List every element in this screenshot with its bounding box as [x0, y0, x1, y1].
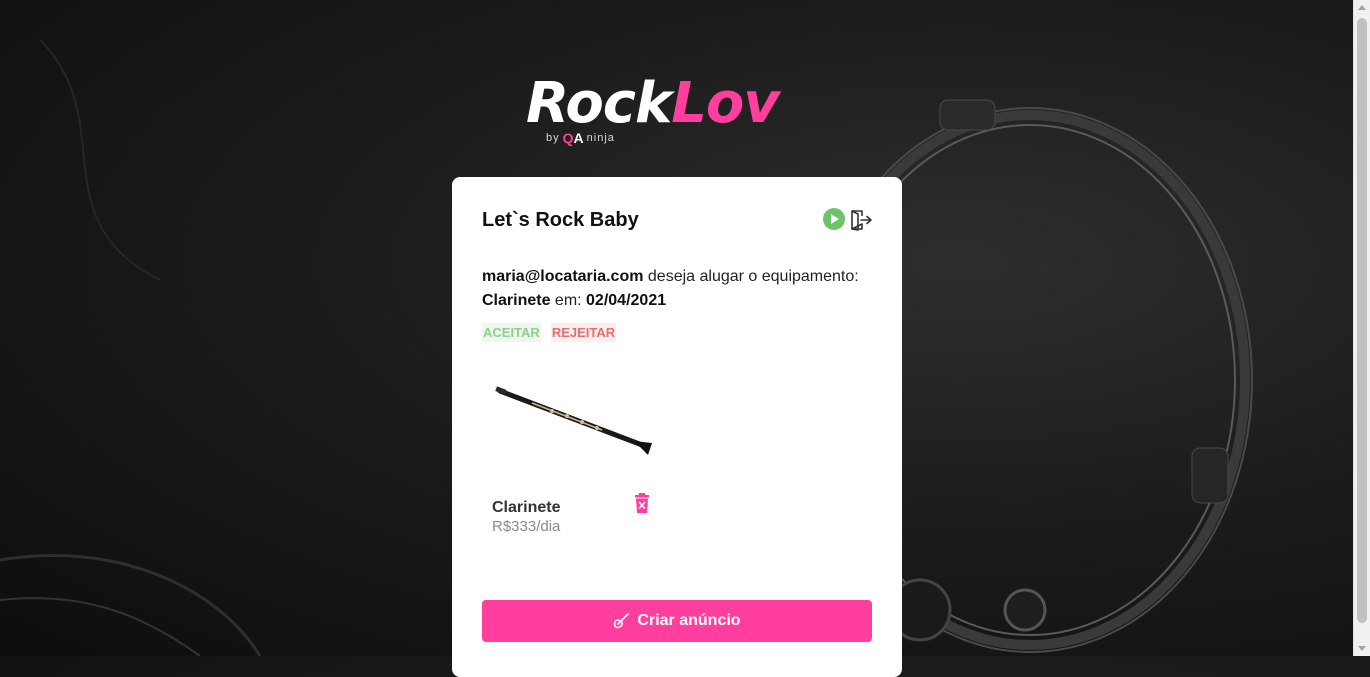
logo-wordmark: RockLov	[526, 76, 836, 132]
requested-equipment: Clarinete	[482, 292, 551, 309]
play-circle-icon[interactable]	[823, 208, 845, 230]
rocklov-logo: RockLov by QA ninja	[526, 76, 836, 152]
listing-price: R$333/dia	[492, 518, 561, 535]
logo-ninja-text: ninja	[586, 132, 615, 144]
card-title: Let`s Rock Baby	[482, 209, 639, 231]
scroll-down-arrow-icon[interactable]	[1358, 646, 1366, 651]
trash-icon[interactable]	[633, 493, 651, 513]
requester-email: maria@locataria.com	[482, 268, 644, 285]
logo-q-text: Q	[562, 130, 574, 146]
clarinet-image	[495, 386, 652, 455]
logo-byline: by QA ninja	[546, 130, 615, 146]
rental-request-text: maria@locataria.com deseja alugar o equi…	[482, 265, 882, 313]
page-scrollbar[interactable]	[1353, 0, 1370, 656]
create-listing-label: Criar anúncio	[637, 612, 741, 629]
logo-rock-text: Rock	[526, 71, 672, 136]
reject-button[interactable]: REJEITAR	[550, 323, 617, 342]
logo-by-text: by	[546, 132, 560, 144]
request-date: 02/04/2021	[586, 292, 667, 309]
listing-name: Clarinete	[492, 499, 561, 516]
accept-button[interactable]: ACEITAR	[482, 323, 541, 342]
scrollbar-thumb[interactable]	[1357, 18, 1367, 623]
logo-a-text: A	[573, 130, 584, 146]
logo-lov-text: Lov	[671, 71, 780, 136]
qa-ninja-logo-icon: QA	[563, 130, 584, 146]
request-middle-text: deseja alugar o equipamento:	[643, 268, 859, 285]
guitar-icon	[614, 613, 630, 629]
logout-door-icon[interactable]	[849, 208, 873, 232]
request-actions: ACEITAR REJEITAR	[482, 323, 617, 342]
create-listing-button[interactable]: Criar anúncio	[482, 600, 872, 642]
dashboard-card: Let`s Rock Baby maria@locataria.com dese…	[452, 177, 902, 677]
request-date-prefix: em:	[550, 292, 587, 309]
scroll-up-arrow-icon[interactable]	[1358, 5, 1366, 10]
